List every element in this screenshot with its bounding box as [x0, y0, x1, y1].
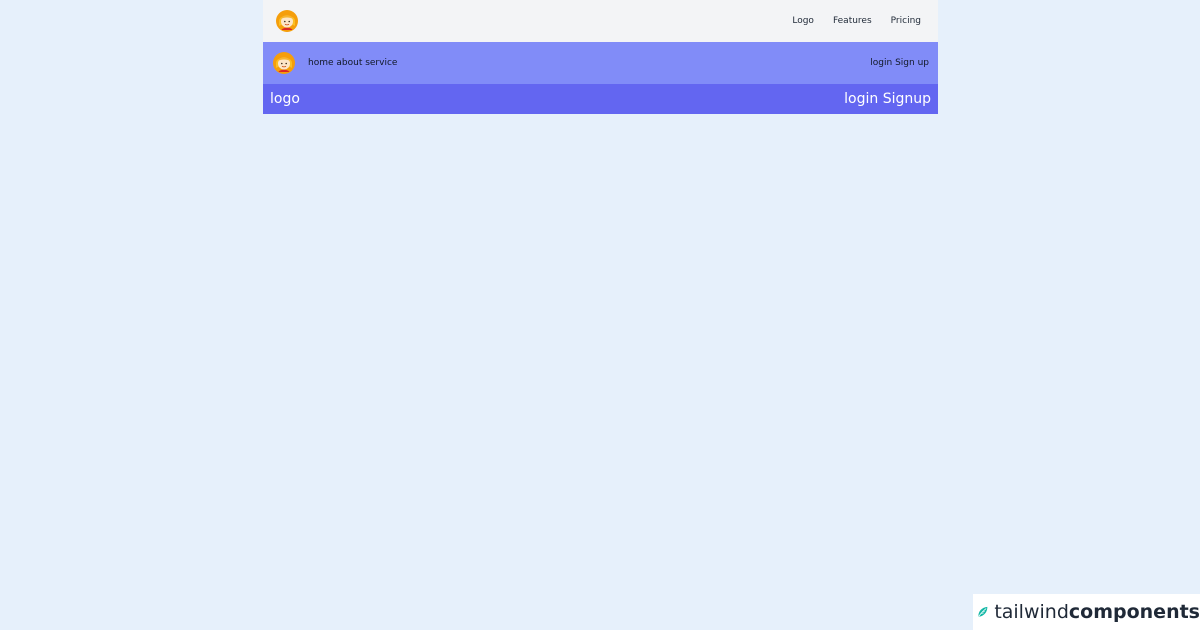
- avatar[interactable]: [275, 9, 299, 33]
- watermark-prefix: tailwind: [994, 601, 1069, 623]
- watermark-text: tailwindcomponents: [994, 601, 1200, 623]
- auth-links[interactable]: login Sign up: [870, 58, 929, 68]
- navbar-light: Logo Features Pricing: [263, 0, 938, 42]
- nav-left: home about service: [272, 51, 397, 75]
- navbar-indigo-light: home about service login Sign up: [263, 42, 938, 84]
- logo-text[interactable]: logo: [270, 91, 300, 107]
- nav-link-features[interactable]: Features: [833, 16, 872, 26]
- auth-links[interactable]: login Signup: [844, 91, 931, 107]
- nav-link-logo[interactable]: Logo: [792, 16, 814, 26]
- woman-avatar-icon: [273, 52, 295, 74]
- tailwindcomponents-watermark[interactable]: tailwindcomponents: [973, 594, 1200, 630]
- watermark-suffix: components: [1068, 601, 1200, 623]
- nav-links: Logo Features Pricing: [773, 16, 921, 26]
- navbar-examples: Logo Features Pricing home about service: [263, 0, 938, 114]
- leaf-logo-icon: [978, 606, 988, 617]
- avatar[interactable]: [272, 51, 296, 75]
- woman-avatar-icon: [276, 10, 298, 32]
- navbar-indigo: logo login Signup: [263, 84, 938, 114]
- nav-menu-links[interactable]: home about service: [308, 58, 397, 68]
- nav-link-pricing[interactable]: Pricing: [891, 16, 921, 26]
